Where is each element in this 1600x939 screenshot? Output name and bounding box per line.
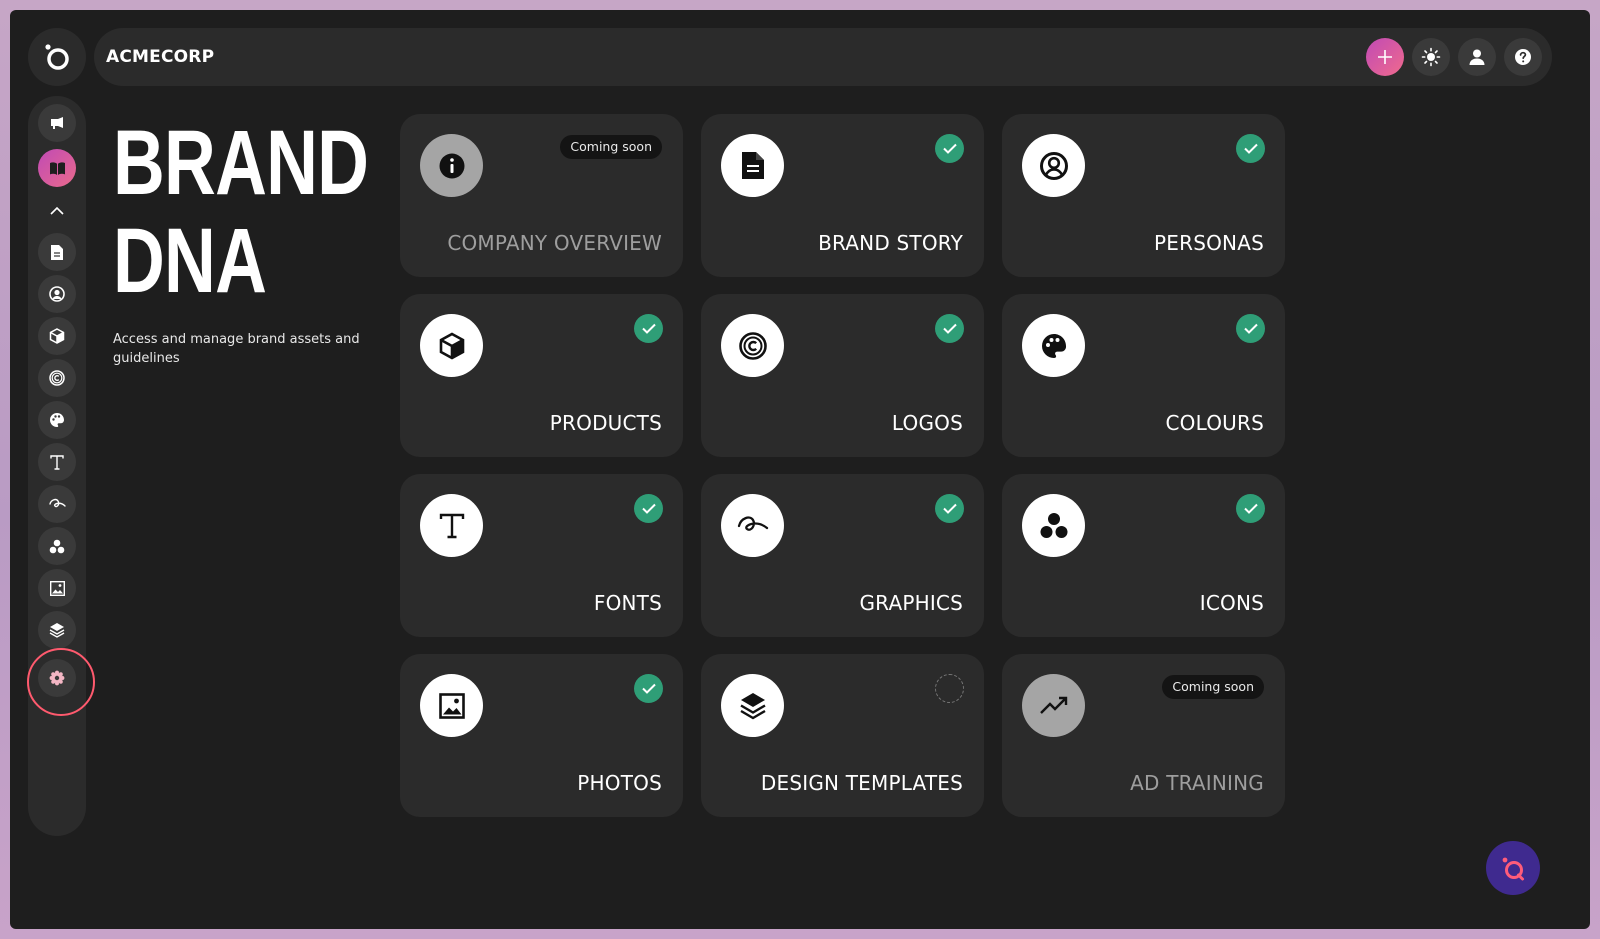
- check-icon: [634, 494, 663, 523]
- card-label: LOGOS: [891, 411, 963, 435]
- card-label: DESIGN TEMPLATES: [760, 771, 963, 795]
- card-label: FONTS: [593, 591, 662, 615]
- layers-icon: [49, 623, 65, 638]
- plus-icon: [1378, 50, 1392, 64]
- account-button[interactable]: [1458, 38, 1496, 76]
- check-icon: [1236, 314, 1265, 343]
- page-title-line-1: BRAND: [113, 112, 369, 214]
- cube-icon: [420, 314, 483, 377]
- assistant-chat-button[interactable]: [1486, 841, 1540, 895]
- sidebar-item-products[interactable]: [38, 317, 76, 355]
- layers-icon: [721, 674, 784, 737]
- card-colours[interactable]: COLOURS: [1002, 294, 1285, 457]
- card-label: ICONS: [1199, 591, 1264, 615]
- theme-toggle-button[interactable]: [1412, 38, 1450, 76]
- card-label: PERSONAS: [1154, 231, 1264, 255]
- sidebar-item-icons[interactable]: [38, 527, 76, 565]
- pending-status-icon: [935, 674, 964, 703]
- user-icon: [1469, 49, 1485, 65]
- card-label: PHOTOS: [577, 771, 662, 795]
- type-icon: [50, 454, 64, 470]
- copyright-icon: [49, 370, 65, 386]
- page-title: BRAND DNA: [113, 112, 369, 312]
- page-header: BRAND DNA Access and manage brand assets…: [113, 114, 373, 368]
- squiggle-icon: [48, 498, 66, 508]
- sidebar-item-photos[interactable]: [38, 569, 76, 607]
- type-icon: [420, 494, 483, 557]
- chevron-up-icon: [50, 206, 64, 215]
- check-icon: [1236, 134, 1265, 163]
- palette-icon: [50, 413, 65, 427]
- card-graphics[interactable]: GRAPHICS: [701, 474, 984, 637]
- card-label: AD TRAINING: [1130, 771, 1264, 795]
- logo-icon: [45, 44, 69, 70]
- card-ad-training[interactable]: Coming soon AD TRAINING: [1002, 654, 1285, 817]
- app-logo[interactable]: [28, 28, 86, 86]
- sidebar-item-graphics[interactable]: [38, 485, 76, 523]
- check-icon: [1236, 494, 1265, 523]
- assistant-logo-icon: [1502, 857, 1524, 881]
- card-label: BRAND STORY: [818, 231, 963, 255]
- info-icon: [420, 134, 483, 197]
- trend-icon: [1022, 674, 1085, 737]
- document-icon: [721, 134, 784, 197]
- coming-soon-badge: Coming soon: [1162, 675, 1264, 699]
- page-title-line-2: DNA: [113, 210, 267, 312]
- brand-asset-grid: Coming soon COMPANY OVERVIEW BRAND STORY…: [400, 114, 1285, 817]
- sidebar-item-collapse[interactable]: [38, 191, 76, 229]
- card-label: COLOURS: [1165, 411, 1264, 435]
- sidebar-item-design-templates[interactable]: [38, 611, 76, 649]
- document-icon: [51, 244, 63, 260]
- card-label: COMPANY OVERVIEW: [447, 231, 662, 255]
- persona-icon: [49, 286, 65, 302]
- card-company-overview[interactable]: Coming soon COMPANY OVERVIEW: [400, 114, 683, 277]
- sidebar: [28, 96, 86, 836]
- add-button[interactable]: [1366, 38, 1404, 76]
- persona-icon: [1022, 134, 1085, 197]
- sidebar-item-campaigns[interactable]: [38, 104, 76, 142]
- sidebar-item-brand-dna[interactable]: [38, 149, 76, 187]
- card-label: PRODUCTS: [549, 411, 662, 435]
- check-icon: [634, 674, 663, 703]
- dots-icon: [1022, 494, 1085, 557]
- top-actions: [1366, 38, 1542, 76]
- coming-soon-badge: Coming soon: [560, 135, 662, 159]
- card-icons[interactable]: ICONS: [1002, 474, 1285, 637]
- page-subtitle: Access and manage brand assets and guide…: [113, 332, 360, 366]
- question-icon: [1515, 49, 1531, 65]
- sidebar-item-personas[interactable]: [38, 275, 76, 313]
- sidebar-item-logos[interactable]: [38, 359, 76, 397]
- card-photos[interactable]: PHOTOS: [400, 654, 683, 817]
- image-icon: [49, 580, 65, 596]
- check-icon: [634, 314, 663, 343]
- sidebar-item-brand-story[interactable]: [38, 233, 76, 271]
- card-products[interactable]: PRODUCTS: [400, 294, 683, 457]
- image-icon: [420, 674, 483, 737]
- help-button[interactable]: [1504, 38, 1542, 76]
- check-icon: [935, 494, 964, 523]
- copyright-icon: [721, 314, 784, 377]
- palette-icon: [1022, 314, 1085, 377]
- card-logos[interactable]: LOGOS: [701, 294, 984, 457]
- card-brand-story[interactable]: BRAND STORY: [701, 114, 984, 277]
- app-window: ACMECORP BRAND DNA Access and manage bra…: [10, 10, 1590, 929]
- card-personas[interactable]: PERSONAS: [1002, 114, 1285, 277]
- check-icon: [935, 314, 964, 343]
- company-name: ACMECORP: [106, 47, 215, 67]
- card-label: GRAPHICS: [859, 591, 963, 615]
- cube-icon: [49, 328, 65, 344]
- sun-icon: [1421, 47, 1441, 67]
- settings-highlight-ring: [27, 648, 95, 716]
- card-design-templates[interactable]: DESIGN TEMPLATES: [701, 654, 984, 817]
- check-icon: [935, 134, 964, 163]
- sidebar-item-colours[interactable]: [38, 401, 76, 439]
- dots-icon: [49, 539, 65, 553]
- card-fonts[interactable]: FONTS: [400, 474, 683, 637]
- book-icon: [49, 161, 65, 175]
- sidebar-item-fonts[interactable]: [38, 443, 76, 481]
- squiggle-icon: [721, 494, 784, 557]
- megaphone-icon: [51, 117, 63, 129]
- top-bar: ACMECORP: [94, 28, 1552, 86]
